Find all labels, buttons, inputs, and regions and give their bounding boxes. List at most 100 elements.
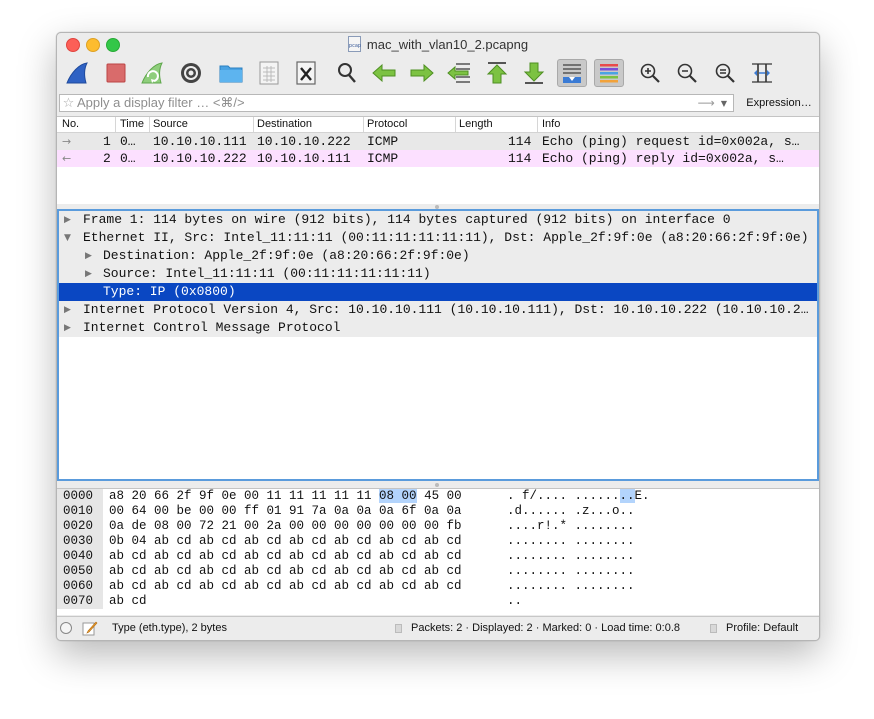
capture-options-button[interactable]: [176, 59, 206, 87]
filter-placeholder: Apply a display filter … <⌘/>: [77, 95, 245, 110]
byte-ascii: ........ ........: [507, 579, 635, 593]
detail-row-icmp[interactable]: ▶ Internet Control Message Protocol: [59, 319, 817, 337]
detail-row-frame[interactable]: ▶ Frame 1: 114 bytes on wire (912 bits),…: [59, 211, 817, 229]
colorize-button[interactable]: [594, 59, 624, 87]
open-file-button[interactable]: [216, 59, 246, 87]
close-file-icon: [296, 61, 316, 85]
detail-text: Internet Control Message Protocol: [83, 320, 341, 335]
detail-row-type[interactable]: Type: IP (0x0800): [59, 283, 817, 301]
arrow-right-icon: [410, 63, 434, 83]
bookmark-star-icon[interactable]: ☆: [60, 96, 77, 111]
detail-row-source[interactable]: ▶ Source: Intel_11:11:11 (00:11:11:11:11…: [59, 265, 817, 283]
close-file-button[interactable]: [291, 59, 321, 87]
file-icon-label: pcap: [348, 43, 362, 49]
byte-row[interactable]: 0020 0a de 08 00 72 21 00 2a 00 00 00 00…: [57, 519, 819, 534]
packet-row[interactable]: → 1 0… 10.10.10.111 10.10.10.222 ICMP 11…: [57, 133, 819, 150]
save-file-button[interactable]: [254, 59, 284, 87]
packet-no: 1: [103, 134, 111, 149]
main-toolbar: [57, 55, 819, 91]
expert-info-icon[interactable]: [60, 622, 72, 634]
byte-offset: 0000: [57, 489, 103, 504]
zoom-reset-icon: [715, 63, 735, 83]
column-header-protocol[interactable]: Protocol: [367, 118, 407, 132]
detail-text: Frame 1: 114 bytes on wire (912 bits), 1…: [83, 212, 731, 227]
expand-triangle-icon[interactable]: ▶: [64, 211, 71, 229]
file-icon: pcap: [347, 36, 362, 52]
normal-size-button[interactable]: [710, 59, 740, 87]
column-header-time[interactable]: Time: [120, 118, 144, 132]
zoom-out-button[interactable]: [672, 59, 702, 87]
byte-row[interactable]: 0040 ab cd ab cd ab cd ab cd ab cd ab cd…: [57, 549, 819, 564]
related-packet-arrow-icon: →: [62, 135, 72, 148]
zoom-in-button[interactable]: [635, 59, 665, 87]
stop-capture-button[interactable]: [101, 59, 131, 87]
filter-history-dropdown-icon[interactable]: ▼: [721, 99, 727, 108]
status-profile[interactable]: Profile: Default: [726, 622, 798, 634]
column-header-source[interactable]: Source: [153, 118, 188, 132]
edit-comment-icon[interactable]: [82, 620, 98, 639]
column-header-no[interactable]: No.: [62, 118, 79, 132]
byte-row[interactable]: 0030 0b 04 ab cd ab cd ab cd ab cd ab cd…: [57, 534, 819, 549]
auto-scroll-button[interactable]: [556, 59, 587, 87]
packet-time: 0…: [120, 134, 136, 149]
arrow-up-icon: [486, 62, 507, 84]
stop-square-icon: [106, 63, 125, 83]
go-last-button[interactable]: [519, 59, 549, 87]
zoom-out-icon: [677, 63, 697, 83]
byte-row[interactable]: 0000 a8 20 66 2f 9f 0e 00 11 11 11 11 11…: [57, 489, 819, 504]
close-window-button[interactable]: [66, 38, 80, 52]
document-icon: [710, 624, 717, 633]
packet-row[interactable]: ← 2 0… 10.10.10.222 10.10.10.111 ICMP 11…: [57, 150, 819, 167]
main-window: pcap mac_with_vlan10_2.pcapng ☆ Apply a …: [56, 32, 820, 641]
detail-text: Type: IP (0x0800): [103, 284, 236, 299]
byte-offset: 0070: [57, 594, 103, 609]
byte-ascii-highlight: ..: [619, 489, 635, 503]
folder-icon: [219, 65, 243, 83]
expression-button[interactable]: Expression…: [741, 94, 817, 112]
packet-no: 2: [103, 151, 111, 166]
expand-triangle-icon[interactable]: ▶: [85, 265, 92, 283]
byte-row[interactable]: 0010 00 64 00 be 00 00 ff 01 91 7a 0a 0a…: [57, 504, 819, 519]
byte-row[interactable]: 0050 ab cd ab cd ab cd ab cd ab cd ab cd…: [57, 564, 819, 579]
zoom-in-icon: [640, 63, 660, 83]
packet-destination: 10.10.10.111: [257, 151, 351, 166]
column-header-info[interactable]: Info: [542, 118, 560, 132]
go-back-button[interactable]: [369, 59, 399, 87]
byte-hex: 0a de 08 00 72 21 00 2a 00 00 00 00 00 0…: [109, 519, 462, 533]
byte-ascii: . f/.... ........E.: [507, 489, 650, 503]
byte-offset: 0010: [57, 504, 103, 519]
detail-row-ipv4[interactable]: ▶ Internet Protocol Version 4, Src: 10.1…: [59, 301, 817, 319]
display-filter-input[interactable]: ☆ Apply a display filter … <⌘/> ⟶ ▼: [59, 94, 734, 112]
detail-row-destination[interactable]: ▶ Destination: Apple_2f:9f:0e (a8:20:66:…: [59, 247, 817, 265]
restart-capture-button[interactable]: [138, 59, 168, 87]
status-field-info: Type (eth.type), 2 bytes: [112, 622, 227, 634]
find-packet-button[interactable]: [332, 59, 362, 87]
go-forward-button[interactable]: [407, 59, 437, 87]
arrow-left-icon: [372, 63, 396, 83]
packet-info: Echo (ping) reply id=0x002a, s…: [542, 151, 784, 166]
packet-destination: 10.10.10.222: [257, 134, 351, 149]
expand-triangle-icon[interactable]: ▶: [85, 247, 92, 265]
expand-triangle-icon[interactable]: ▶: [64, 301, 71, 319]
column-header-destination[interactable]: Destination: [257, 118, 312, 132]
apply-filter-arrow-icon[interactable]: ⟶: [698, 96, 715, 110]
related-packet-arrow-icon: ←: [62, 152, 72, 165]
start-capture-button[interactable]: [63, 59, 93, 87]
packet-list-pane: No. Time Source Destination Protocol Len…: [57, 116, 819, 205]
detail-row-ethernet[interactable]: ▼ Ethernet II, Src: Intel_11:11:11 (00:1…: [59, 229, 817, 247]
go-to-packet-icon: [447, 63, 470, 83]
byte-offset: 0060: [57, 579, 103, 594]
resize-columns-button[interactable]: [747, 59, 777, 87]
byte-row[interactable]: 0060 ab cd ab cd ab cd ab cd ab cd ab cd…: [57, 579, 819, 594]
zoom-window-button[interactable]: [106, 38, 120, 52]
expand-triangle-icon[interactable]: ▶: [64, 319, 71, 337]
minimize-window-button[interactable]: [86, 38, 100, 52]
status-bar: Type (eth.type), 2 bytes Packets: 2 · Di…: [57, 616, 819, 640]
detail-text: Ethernet II, Src: Intel_11:11:11 (00:11:…: [83, 230, 809, 245]
document-icon: [395, 624, 402, 633]
collapse-triangle-icon[interactable]: ▼: [64, 229, 71, 247]
byte-row[interactable]: 0070 ab cd ..: [57, 594, 819, 609]
go-to-packet-button[interactable]: [444, 59, 474, 87]
go-first-button[interactable]: [482, 59, 512, 87]
column-header-length[interactable]: Length: [459, 118, 493, 132]
